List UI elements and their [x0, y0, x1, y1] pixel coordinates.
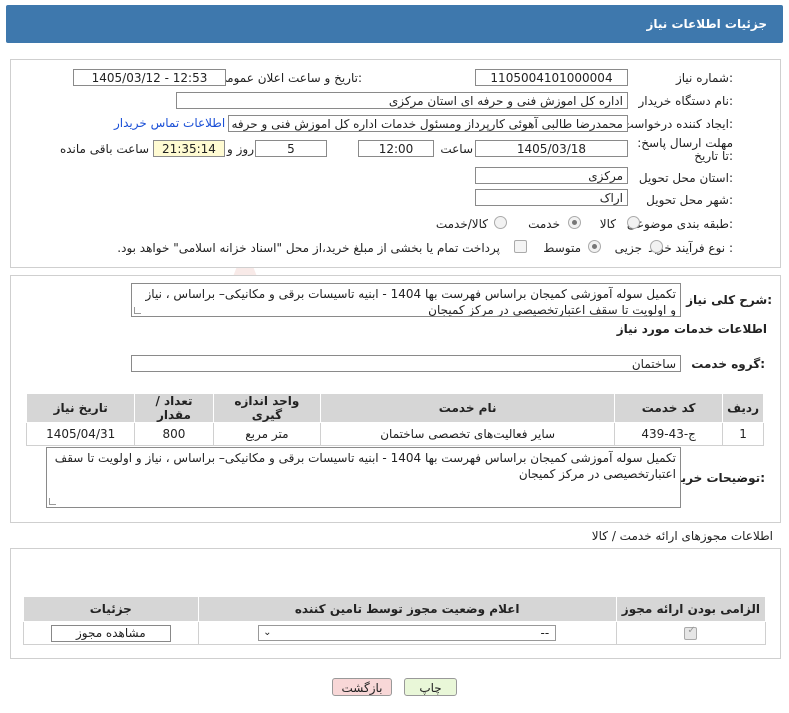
- permit-status-value: --: [540, 626, 550, 640]
- col-need-date: تاریخ نیاز: [25, 393, 136, 423]
- days-label: روز و: [227, 142, 254, 156]
- category-option-goods-service: کالا/خدمت: [435, 217, 488, 231]
- table-row: ✓ -- ⌄ مشاهده مجوز: [23, 621, 767, 645]
- permits-table: الزامی بودن ارائه مجوز اعلام وضعیت مجوز …: [23, 596, 767, 645]
- process-option-minor: جزیی: [614, 241, 642, 255]
- cell-service-name: سایر فعالیت‌های تخصصی ساختمان: [320, 422, 616, 446]
- chevron-down-icon: ⌄: [263, 627, 272, 638]
- col-permit-details: جزئیات: [23, 596, 199, 622]
- table-row: 1 ج-43-439 سایر فعالیت‌های تخصصی ساختمان…: [25, 422, 764, 446]
- resize-handle[interactable]: [49, 498, 56, 505]
- buyer-notes-text: تکمیل سوله آموزشی کمیجان براساس فهرست به…: [54, 451, 676, 481]
- category-radio-goods-service[interactable]: [494, 216, 507, 229]
- summary-label: شرح کلی نیاز:: [686, 293, 772, 307]
- cell-service-code: ج-43-439: [614, 422, 724, 446]
- services-table: ردیف کد خدمت نام خدمت واحد اندازه گیری ت…: [25, 393, 764, 446]
- cell-unit: متر مربع: [212, 422, 322, 446]
- service-group-label: گروه خدمت:: [691, 357, 765, 371]
- cell-need-date: 1405/04/31: [25, 422, 136, 446]
- page-title: جزئیات اطلاعات نیاز: [646, 17, 767, 31]
- city-label: شهر محل تحویل:: [646, 193, 733, 207]
- announce-datetime-field: 1405/03/12 - 12:53: [73, 69, 226, 86]
- col-service-name: نام خدمت: [320, 393, 616, 423]
- remaining-time-label: ساعت باقی مانده: [59, 142, 149, 156]
- service-group-field: ساختمان: [131, 355, 681, 372]
- deadline-time-label: ساعت: [440, 142, 473, 156]
- category-radio-goods[interactable]: [627, 216, 640, 229]
- col-service-code: کد خدمت: [614, 393, 724, 423]
- deadline-label: مهلت ارسال پاسخ: تا تاریخ:: [637, 136, 733, 163]
- payment-note: پرداخت تمام یا بخشی از مبلغ خرید،از محل …: [117, 241, 500, 255]
- creator-label: ایجاد کننده درخواست:: [622, 117, 733, 131]
- deadline-date-field: 1405/03/18: [475, 140, 628, 157]
- category-option-service: خدمت: [528, 217, 560, 231]
- col-permit-status: اعلام وضعیت مجوز توسط تامین کننده: [197, 596, 617, 622]
- summary-text: تکمیل سوله آموزشی کمیجان براساس فهرست به…: [145, 287, 677, 317]
- buyer-notes-textarea: تکمیل سوله آموزشی کمیجان براساس فهرست به…: [46, 447, 681, 508]
- cell-row-number: 1: [722, 422, 764, 446]
- deadline-time-field: 12:00: [358, 140, 434, 157]
- buyer-contact-link[interactable]: اطلاعات تماس خریدار: [114, 116, 225, 130]
- col-quantity: تعداد / مقدار: [134, 393, 214, 423]
- cell-permit-details: مشاهده مجوز: [23, 621, 199, 645]
- summary-textarea: تکمیل سوله آموزشی کمیجان براساس فهرست به…: [131, 283, 681, 317]
- permits-table-header: الزامی بودن ارائه مجوز اعلام وضعیت مجوز …: [23, 596, 767, 622]
- category-option-goods: کالا: [599, 217, 616, 231]
- permit-status-select[interactable]: -- ⌄: [258, 625, 557, 641]
- category-label: طبقه بندی موضوعی:: [626, 217, 733, 231]
- buyer-org-label: نام دستگاه خریدار:: [638, 94, 734, 108]
- province-label: استان محل تحویل:: [638, 171, 733, 185]
- remaining-time-field: 21:35:14: [153, 140, 225, 157]
- print-button[interactable]: چاپ: [404, 678, 457, 696]
- announce-datetime-label: تاریخ و ساعت اعلان عمومی:: [217, 71, 362, 85]
- buyer-org-field: اداره کل اموزش فنی و حرفه ای استان مرکزی: [176, 92, 628, 109]
- services-table-header: ردیف کد خدمت نام خدمت واحد اندازه گیری ت…: [25, 393, 764, 423]
- process-option-medium: متوسط: [543, 241, 581, 255]
- process-radio-medium[interactable]: [588, 240, 601, 253]
- need-number-label: شماره نیاز:: [675, 71, 733, 85]
- col-unit: واحد اندازه گیری: [212, 393, 322, 423]
- treasury-payment-checkbox[interactable]: [514, 240, 527, 253]
- category-radio-service[interactable]: [568, 216, 581, 229]
- back-button[interactable]: بازگشت: [332, 678, 392, 696]
- resize-handle[interactable]: [134, 307, 141, 314]
- page-header: جزئیات اطلاعات نیاز: [6, 5, 783, 43]
- creator-field: محمدرضا طالبی آهوئی کارپرداز ومسئول خدما…: [228, 115, 628, 132]
- col-row-number: ردیف: [722, 393, 764, 423]
- cell-permit-required: ✓: [615, 621, 767, 645]
- view-permit-button[interactable]: مشاهده مجوز: [50, 624, 171, 642]
- days-field: 5: [255, 140, 327, 157]
- need-number-field: 1105004101000004: [475, 69, 628, 86]
- col-permit-required: الزامی بودن ارائه مجوز: [615, 596, 767, 622]
- permit-required-checkbox: ✓: [684, 625, 698, 640]
- permits-section-title: اطلاعات مجوزهای ارائه خدمت / کالا: [591, 529, 773, 543]
- city-field: اراک: [475, 189, 628, 206]
- process-radio-minor[interactable]: [650, 240, 663, 253]
- services-section-title: اطلاعات خدمات مورد نیاز: [616, 322, 767, 336]
- cell-quantity: 800: [134, 422, 214, 446]
- cell-permit-status: -- ⌄: [197, 621, 617, 645]
- province-field: مرکزی: [475, 167, 628, 184]
- need-info-panel: [10, 59, 781, 268]
